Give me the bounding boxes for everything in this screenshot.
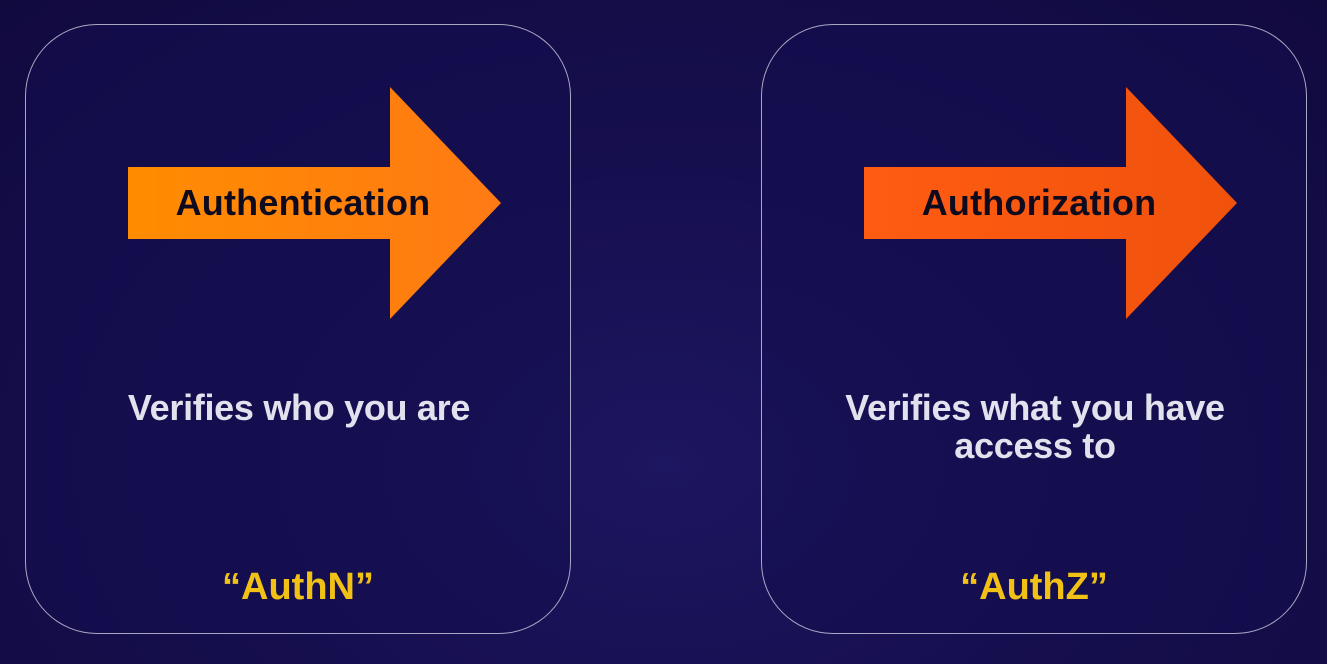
nickname: “AuthN” (222, 566, 374, 608)
authorization-card: Authorization Verifies what you have acc… (761, 24, 1307, 634)
authentication-arrow: Authentication (128, 87, 501, 319)
description: Verifies what you have access to (845, 387, 1225, 466)
nickname: “AuthZ” (960, 566, 1108, 608)
authentication-card: Authentication Verifies who you are “Aut… (25, 24, 571, 634)
authorization-arrow: Authorization (864, 87, 1237, 319)
description: Verifies who you are (127, 387, 471, 428)
arrow-label: Authentication (175, 182, 431, 223)
arrow-label: Authorization (921, 182, 1157, 223)
